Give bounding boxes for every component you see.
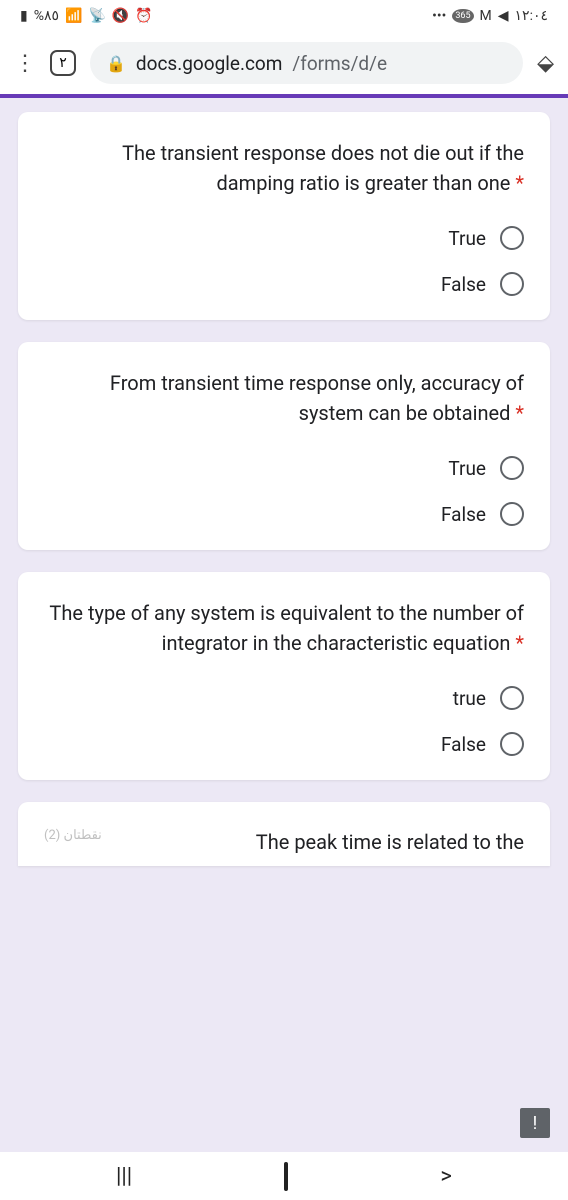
wifi-icon: 📡 xyxy=(88,8,105,24)
battery-percent: %٨٥ xyxy=(34,8,59,24)
url-path: /forms/d/e xyxy=(292,52,387,75)
home-icon xyxy=(284,1162,288,1191)
question-text: The transient response does not die out … xyxy=(44,138,524,198)
home-icon[interactable]: ⬙ xyxy=(537,51,554,76)
option-label: True xyxy=(448,457,486,480)
radio-icon xyxy=(500,272,524,296)
radio-icon xyxy=(500,456,524,480)
option-false[interactable]: False xyxy=(441,272,524,296)
question-text: The peak time is related to the xyxy=(256,828,524,854)
more-icon: ••• xyxy=(432,8,446,24)
question-card-partial: (2) نقطتان The peak time is related to t… xyxy=(18,802,550,866)
option-label: False xyxy=(441,503,486,526)
status-bar: ▮ %٨٥ 📶 📡 🔇 ⏰ ١٢:٠٤ ◀ M 365 ••• xyxy=(0,0,568,32)
option-false[interactable]: False xyxy=(441,732,524,756)
required-asterisk: * xyxy=(515,401,524,425)
clock: ١٢:٠٤ xyxy=(515,8,548,24)
gmail-icon: M xyxy=(480,8,492,24)
option-false[interactable]: False xyxy=(441,502,524,526)
signal-icon: 📶 xyxy=(65,8,82,24)
url-bar[interactable]: 🔒 docs.google.com/forms/d/e xyxy=(90,42,523,84)
option-group: True False xyxy=(44,226,524,296)
battery-icon: ▮ xyxy=(20,8,28,24)
tab-count-button[interactable]: ٢ xyxy=(50,50,76,76)
option-label: true xyxy=(453,687,486,710)
back-button[interactable]: > xyxy=(440,1164,452,1189)
location-icon: ◀ xyxy=(498,8,509,24)
status-left: ▮ %٨٥ 📶 📡 🔇 ⏰ xyxy=(20,8,153,24)
option-true[interactable]: True xyxy=(448,456,524,480)
option-label: False xyxy=(441,273,486,296)
option-label: False xyxy=(441,733,486,756)
question-text: From transient time response only, accur… xyxy=(44,368,524,428)
mute-icon: 🔇 xyxy=(112,8,129,24)
system-nav-bar: ||| > xyxy=(0,1152,568,1200)
recent-apps-button[interactable]: ||| xyxy=(116,1164,132,1189)
question-text: The type of any system is equivalent to … xyxy=(44,598,524,658)
report-problem-button[interactable]: ! xyxy=(520,1108,550,1138)
alarm-icon: ⏰ xyxy=(135,8,152,24)
option-group: True False xyxy=(44,456,524,526)
url-host: docs.google.com xyxy=(136,52,282,75)
radio-icon xyxy=(500,686,524,710)
alert-icon: ! xyxy=(533,1113,538,1134)
lock-icon: 🔒 xyxy=(106,54,126,73)
status-right: ١٢:٠٤ ◀ M 365 ••• xyxy=(432,8,548,24)
option-group: true False xyxy=(44,686,524,756)
badge-365: 365 xyxy=(452,9,473,23)
browser-bar: ⋮ ٢ 🔒 docs.google.com/forms/d/e ⬙ xyxy=(0,32,568,94)
option-true[interactable]: True xyxy=(448,226,524,250)
required-asterisk: * xyxy=(515,171,524,195)
tab-count: ٢ xyxy=(59,55,67,71)
question-card: The type of any system is equivalent to … xyxy=(18,572,550,780)
home-button[interactable] xyxy=(284,1164,288,1189)
radio-icon xyxy=(500,226,524,250)
radio-icon xyxy=(500,502,524,526)
form-body: The transient response does not die out … xyxy=(0,98,568,1152)
option-true[interactable]: true xyxy=(453,686,524,710)
radio-icon xyxy=(500,732,524,756)
required-asterisk: * xyxy=(515,631,524,655)
option-label: True xyxy=(448,227,486,250)
points-label: (2) نقطتان xyxy=(44,828,102,843)
menu-icon[interactable]: ⋮ xyxy=(14,51,36,76)
question-card: From transient time response only, accur… xyxy=(18,342,550,550)
question-card: The transient response does not die out … xyxy=(18,112,550,320)
